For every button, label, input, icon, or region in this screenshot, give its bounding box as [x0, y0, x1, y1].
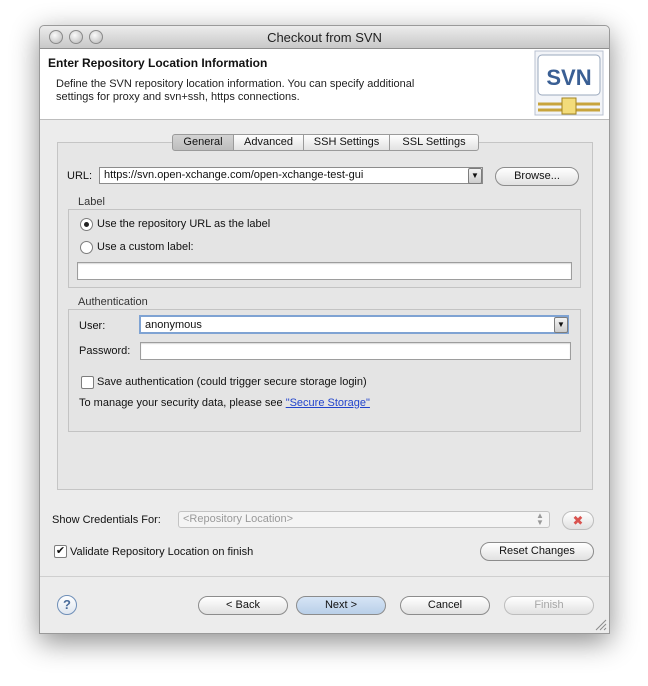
- credentials-stepper-icon[interactable]: ▲ ▼: [534, 512, 546, 527]
- secure-storage-link[interactable]: "Secure Storage": [286, 397, 370, 409]
- header-title: Enter Repository Location Information: [48, 56, 268, 70]
- finish-button[interactable]: Finish: [504, 596, 594, 615]
- footer-separator: [40, 576, 609, 577]
- user-value: anonymous: [145, 319, 202, 331]
- validate-checkbox[interactable]: ✔: [54, 545, 67, 558]
- save-auth-label: Save authentication (could trigger secur…: [97, 376, 367, 388]
- credentials-combo[interactable]: <Repository Location>: [178, 511, 550, 528]
- label-group-title: Label: [78, 196, 105, 208]
- radio-custom-label-text: Use a custom label:: [97, 241, 194, 253]
- checkout-dialog: Checkout from SVN Enter Repository Locat…: [39, 25, 610, 634]
- save-auth-checkbox[interactable]: [81, 376, 94, 389]
- title-bar: Checkout from SVN: [40, 26, 609, 49]
- back-button[interactable]: < Back: [198, 596, 288, 615]
- url-combo[interactable]: https://svn.open-xchange.com/open-xchang…: [99, 167, 483, 184]
- show-credentials-label: Show Credentials For:: [52, 514, 161, 526]
- tab-ssh-settings[interactable]: SSH Settings: [303, 134, 390, 151]
- tab-general[interactable]: General: [172, 134, 234, 151]
- header-description: Define the SVN repository location infor…: [56, 78, 415, 103]
- custom-label-input[interactable]: [77, 262, 572, 280]
- url-value: https://svn.open-xchange.com/open-xchang…: [104, 169, 364, 181]
- resize-grip-icon[interactable]: [595, 619, 607, 631]
- radio-custom-label[interactable]: [80, 241, 93, 254]
- next-button[interactable]: Next >: [296, 596, 386, 615]
- help-icon[interactable]: ?: [57, 595, 77, 615]
- radio-selected-dot: [84, 222, 89, 227]
- user-combo[interactable]: anonymous: [139, 315, 569, 334]
- auth-group-title: Authentication: [78, 296, 148, 308]
- reset-changes-button[interactable]: Reset Changes: [480, 542, 594, 561]
- tab-ssl-settings[interactable]: SSL Settings: [389, 134, 479, 151]
- svn-logo-icon: SVN: [534, 50, 604, 116]
- user-label: User:: [79, 320, 106, 332]
- radio-repo-url-text: Use the repository URL as the label: [97, 218, 271, 230]
- password-input[interactable]: [140, 342, 571, 360]
- tab-bar: General Advanced SSH Settings SSL Settin…: [172, 134, 479, 151]
- url-label: URL:: [67, 170, 93, 182]
- svn-logo-text: SVN: [546, 65, 591, 90]
- manage-security-text: To manage your security data, please see…: [79, 397, 370, 409]
- window-title: Checkout from SVN: [267, 30, 382, 45]
- radio-repo-url-label[interactable]: [80, 218, 93, 231]
- password-label: Password:: [79, 345, 131, 357]
- wizard-header: Enter Repository Location Information De…: [40, 49, 609, 120]
- browse-button[interactable]: Browse...: [495, 167, 579, 186]
- url-dropdown-icon[interactable]: ▼: [468, 168, 482, 184]
- tab-advanced[interactable]: Advanced: [233, 134, 304, 151]
- cancel-button[interactable]: Cancel: [400, 596, 490, 615]
- validate-label: Validate Repository Location on finish: [70, 546, 254, 558]
- manage-security-label: To manage your security data, please see: [79, 397, 283, 409]
- user-dropdown-icon[interactable]: ▼: [554, 317, 568, 333]
- credentials-placeholder: <Repository Location>: [183, 513, 294, 525]
- delete-credentials-button[interactable]: ✖: [562, 511, 594, 530]
